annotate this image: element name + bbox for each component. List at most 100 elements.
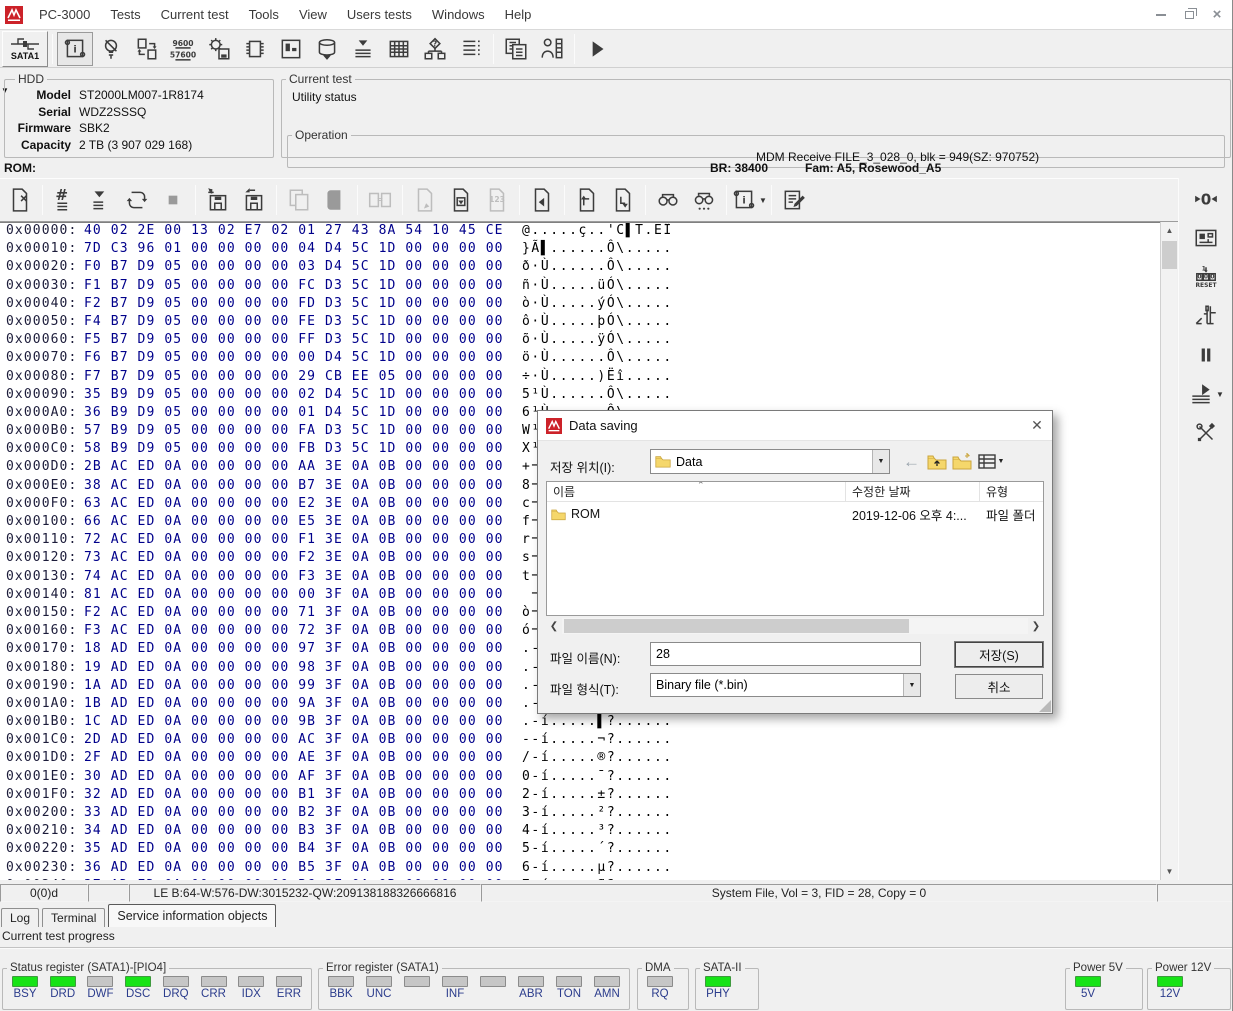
hex-row[interactable]: 0x00080:F7 B7 D9 05 00 00 00 00 29 CB EE… xyxy=(0,369,1160,387)
scroll-thumb[interactable] xyxy=(1162,241,1177,269)
new-folder-icon[interactable] xyxy=(951,451,972,472)
marker-button[interactable] xyxy=(83,183,119,217)
user-mode-button[interactable] xyxy=(534,32,570,66)
restore-button[interactable] xyxy=(1177,5,1201,25)
hex-row[interactable]: 0x001F0:32 AD ED 0A 00 00 00 00 B1 3F 0A… xyxy=(0,787,1160,805)
chip-button[interactable] xyxy=(237,32,273,66)
up-folder-icon[interactable] xyxy=(926,451,947,472)
stop-button[interactable] xyxy=(155,183,191,217)
hex-row[interactable]: 0x00050:F4 B7 D9 05 00 00 00 00 FE D3 5C… xyxy=(0,314,1160,332)
menu-item-tests[interactable]: Tests xyxy=(100,1,150,29)
view-menu-icon[interactable]: ▼ xyxy=(976,451,1006,472)
drive-zero-button[interactable]: 0 xyxy=(1188,182,1224,216)
defect-list-button[interactable] xyxy=(453,32,489,66)
hex-row[interactable]: 0x00230:36 AD ED 0A 00 00 00 00 B5 3F 0A… xyxy=(0,860,1160,878)
dialog-title-bar[interactable]: Data saving ✕ xyxy=(538,411,1052,441)
hex-row[interactable]: 0x001E0:30 AD ED 0A 00 00 00 00 AF 3F 0A… xyxy=(0,769,1160,787)
scroll-thumb[interactable] xyxy=(564,619,909,633)
page-back-button[interactable] xyxy=(524,183,560,217)
dialog-close-button[interactable]: ✕ xyxy=(1022,411,1052,440)
hex-row[interactable]: 0x00210:34 AD ED 0A 00 00 00 00 B3 3F 0A… xyxy=(0,823,1160,841)
save-in-combobox[interactable]: Data ▼ xyxy=(650,449,890,474)
column-date-modified[interactable]: 수정한 날짜 xyxy=(846,482,980,501)
address-button[interactable]: # xyxy=(47,183,83,217)
resize-grip[interactable] xyxy=(1039,700,1051,712)
hex-row[interactable]: 0x00090:35 B9 D9 05 00 00 00 00 02 D4 5C… xyxy=(0,387,1160,405)
minimize-button[interactable] xyxy=(1149,5,1173,25)
hex-row[interactable]: 0x00240:37 AD ED 0A 00 00 00 00 B6 3F 0A… xyxy=(0,878,1160,880)
menu-item-help[interactable]: Help xyxy=(495,1,542,29)
hex-vertical-scrollbar[interactable]: ▲ ▼ xyxy=(1160,222,1177,880)
menu-item-current-test[interactable]: Current test xyxy=(151,1,239,29)
scroll-left-arrow[interactable]: ❮ xyxy=(546,618,562,634)
menu-item-users-tests[interactable]: Users tests xyxy=(337,1,422,29)
hex-row[interactable]: 0x001C0:2D AD ED 0A 00 00 00 00 AC 3F 0A… xyxy=(0,732,1160,750)
find-next-button[interactable] xyxy=(686,183,722,217)
power-probe-button[interactable] xyxy=(1188,299,1224,333)
hex-row[interactable]: 0x00040:F2 B7 D9 05 00 00 00 00 FD D3 5C… xyxy=(0,296,1160,314)
scroll-down-arrow[interactable]: ▼ xyxy=(1161,863,1178,880)
pcb-button[interactable] xyxy=(1188,221,1224,255)
scroll-up-arrow[interactable]: ▲ xyxy=(1161,222,1178,239)
close-button[interactable]: × xyxy=(1205,5,1229,25)
menu-item-tools[interactable]: Tools xyxy=(239,1,289,29)
utility-resources-button[interactable]: i xyxy=(57,32,93,66)
checksum-button[interactable] xyxy=(443,183,479,217)
copy-button[interactable] xyxy=(281,183,317,217)
merge-button[interactable] xyxy=(345,32,381,66)
lamp-button[interactable] xyxy=(93,32,129,66)
sata1-port-button[interactable]: SATA1 xyxy=(2,31,48,67)
menu-item-view[interactable]: View xyxy=(289,1,337,29)
edit-object-button[interactable] xyxy=(776,183,812,217)
file-list-horizontal-scrollbar[interactable]: ❮ ❯ xyxy=(546,618,1044,634)
file-type-combobox[interactable]: Binary file (*.bin) ▼ xyxy=(650,673,921,697)
tab-log[interactable]: Log xyxy=(1,908,39,927)
tab-terminal[interactable]: Terminal xyxy=(42,908,105,927)
hex-row[interactable]: 0x00220:35 AD ED 0A 00 00 00 00 B4 3F 0A… xyxy=(0,841,1160,859)
tools-button[interactable] xyxy=(1188,416,1224,450)
compare-button[interactable]: = xyxy=(362,183,398,217)
flowchart-button[interactable]: ? xyxy=(417,32,453,66)
combo-dropdown-button[interactable]: ▼ xyxy=(872,450,889,473)
hex-row[interactable]: 0x00070:F6 B7 D9 05 00 00 00 00 00 D4 5C… xyxy=(0,350,1160,368)
close-object-button[interactable] xyxy=(2,183,38,217)
object-info-dropdown-arrow[interactable]: ▼ xyxy=(759,196,767,205)
file-row-rom[interactable]: ROM 2019-12-06 오후 4:... 파일 폴더 xyxy=(547,504,1043,524)
save-to-file-button[interactable] xyxy=(200,183,236,217)
copy-windows-button[interactable] xyxy=(498,32,534,66)
find-button[interactable] xyxy=(650,183,686,217)
baud-rate-button[interactable]: 960057600 xyxy=(165,32,201,66)
hex-row[interactable]: 0x00030:F1 B7 D9 05 00 00 00 00 FC D3 5C… xyxy=(0,278,1160,296)
save-button[interactable]: 저장(S) xyxy=(955,642,1043,667)
scroll-track[interactable] xyxy=(562,618,1028,634)
file-name-input[interactable] xyxy=(650,642,921,666)
refresh-button[interactable] xyxy=(119,183,155,217)
load-from-file-button[interactable] xyxy=(236,183,272,217)
hex-row[interactable]: 0x001B0:1C AD ED 0A 00 00 00 00 9B 3F 0A… xyxy=(0,714,1160,732)
back-icon[interactable]: ← xyxy=(901,451,922,472)
scroll-right-arrow[interactable]: ❯ xyxy=(1028,618,1044,634)
combo-dropdown-button[interactable]: ▼ xyxy=(903,674,920,696)
settings-save-button[interactable] xyxy=(201,32,237,66)
block-diagram-button[interactable] xyxy=(273,32,309,66)
menu-item-pc-3000[interactable]: PC-3000 xyxy=(29,1,100,29)
column-type[interactable]: 유형 xyxy=(980,482,1043,501)
start-queue-dropdown-arrow[interactable]: ▼ xyxy=(1216,390,1224,399)
cancel-button[interactable]: 취소 xyxy=(955,674,1043,699)
paste-button[interactable] xyxy=(317,183,353,217)
hex-row[interactable]: 0x00060:F5 B7 D9 05 00 00 00 00 FF D3 5C… xyxy=(0,332,1160,350)
menu-item-windows[interactable]: Windows xyxy=(422,1,495,29)
hex-row[interactable]: 0x001D0:2F AD ED 0A 00 00 00 00 AE 3F 0A… xyxy=(0,750,1160,768)
database-button[interactable] xyxy=(309,32,345,66)
file-list[interactable]: 이름 수정한 날짜 유형 ⌃ ROM 2019-12-06 오후 4:... 파… xyxy=(546,481,1044,616)
pause-button[interactable] xyxy=(1188,338,1224,372)
hex-row[interactable]: 0x00000:40 02 2E 00 13 02 E7 02 01 27 43… xyxy=(0,223,1160,241)
reset-counter-button[interactable]: 1000RESET xyxy=(1188,260,1224,294)
send-button[interactable] xyxy=(407,183,443,217)
hex-row[interactable]: 0x00010:7D C3 96 01 00 00 00 00 04 D4 5C… xyxy=(0,241,1160,259)
page-next-button[interactable] xyxy=(605,183,641,217)
start-queue-button[interactable]: ▼ xyxy=(1188,377,1224,411)
run-button[interactable] xyxy=(579,32,615,66)
num123-button[interactable]: 123 xyxy=(479,183,515,217)
page-prev-button[interactable] xyxy=(569,183,605,217)
